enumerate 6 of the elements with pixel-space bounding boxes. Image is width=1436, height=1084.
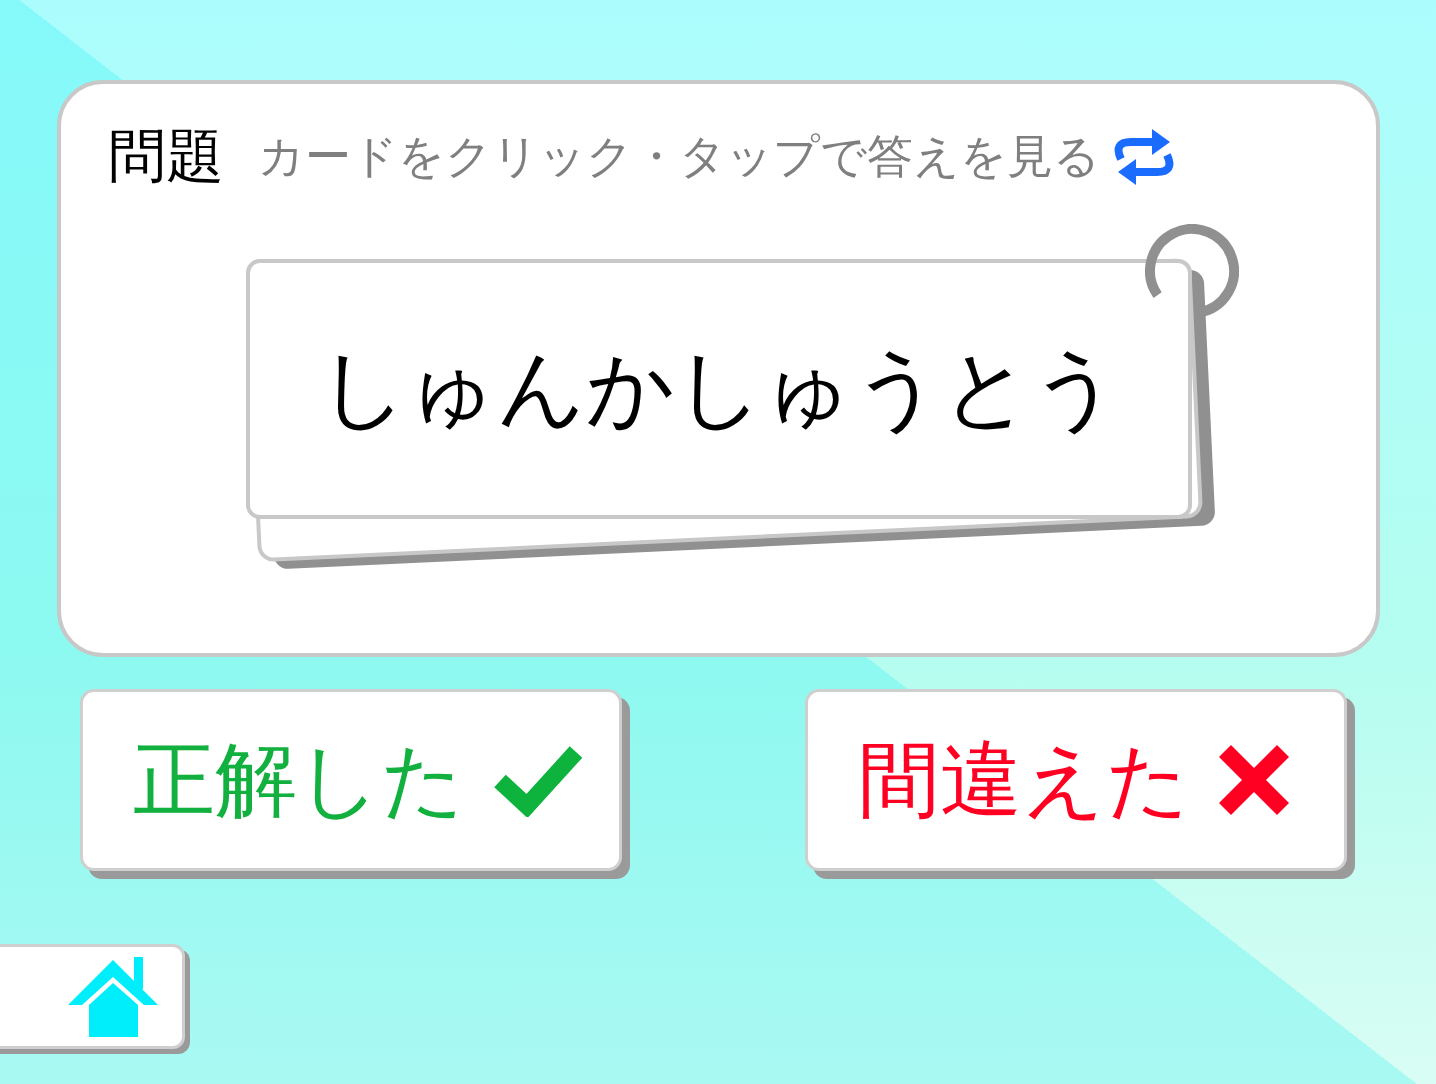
ring-icon	[1145, 223, 1239, 318]
hint-text: カードをクリック・タップで答えを見る	[258, 129, 1100, 185]
question-label: 問題	[108, 122, 224, 192]
cross-icon	[1218, 744, 1290, 816]
house-icon	[68, 956, 158, 1037]
flashcard[interactable]: しゅんかしゅうとう	[246, 258, 1192, 519]
